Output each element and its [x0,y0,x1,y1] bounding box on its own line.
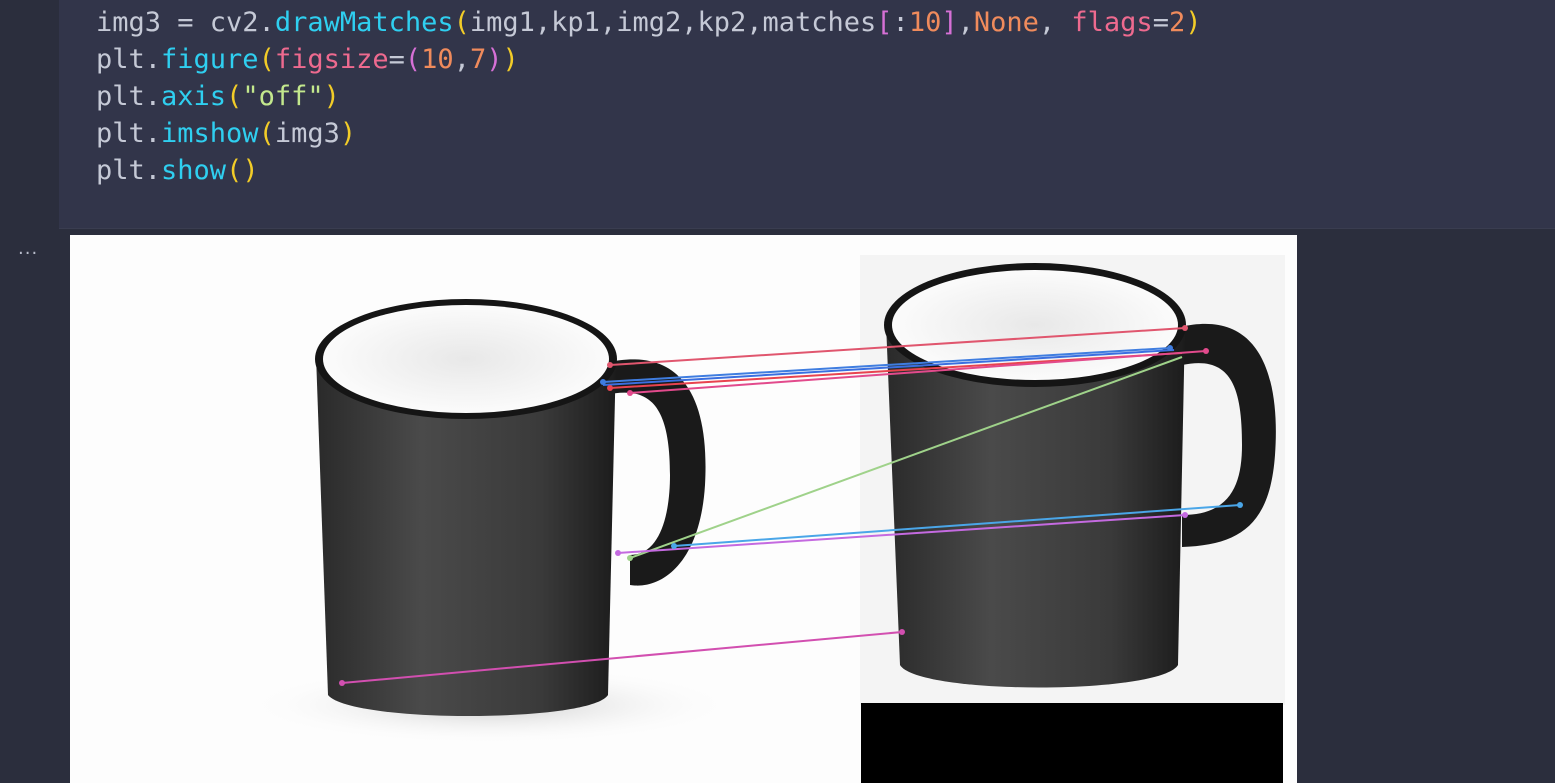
code-token: ) [1185,7,1202,38]
code-token: imshow [161,118,259,149]
code-line[interactable]: plt.axis("off") [96,78,1201,115]
padding-block [861,703,1283,783]
code-token: = [1152,7,1169,38]
matched-mugs-image [70,235,1297,783]
output-image [70,235,1297,783]
code-line[interactable]: plt.figure(figsize=(10,7)) [96,41,1201,78]
code-line[interactable]: img3 = cv2.drawMatches(img1,kp1,img2,kp2… [96,4,1201,41]
code-token: , [1038,7,1072,38]
code-token: , [453,44,470,75]
code-token: 10 [908,7,942,38]
code-token: : [892,7,909,38]
code-token: 10 [421,44,454,75]
code-token: ( [453,7,470,38]
code-token: ] [941,7,958,38]
code-token: ( [258,44,275,75]
code-token: , [957,7,974,38]
code-token: figure [161,44,259,75]
code-token: 2 [1168,7,1186,38]
code-token: show [161,155,227,186]
code-token: plt. [96,155,162,186]
code-token: plt. [96,44,162,75]
code-token: "off" [242,81,324,112]
code-token: None [973,7,1039,38]
code-token: = [388,44,405,75]
code-token: ( [404,44,422,75]
code-editor[interactable]: img3 = cv2.drawMatches(img1,kp1,img2,kp2… [96,4,1201,189]
code-token: img3 [274,118,340,149]
code-token: img1,kp1,img2,kp2,matches [469,7,877,38]
code-token: img3 = cv2. [96,7,275,38]
code-token: plt. [96,118,162,149]
code-token: axis [161,81,227,112]
code-cell[interactable]: img3 = cv2.drawMatches(img1,kp1,img2,kp2… [59,0,1555,229]
code-token: ) [323,81,340,112]
code-token: [ [876,7,893,38]
code-token: () [226,155,259,186]
code-token: ) [502,44,519,75]
code-token: 7 [469,44,487,75]
code-line[interactable]: plt.show() [96,152,1201,189]
code-token: ( [258,118,275,149]
code-token: flags [1071,7,1153,38]
output-gutter-ellipsis[interactable]: ... [18,238,38,259]
code-token: ) [339,118,357,149]
code-token: plt. [96,81,162,112]
code-token: ( [226,81,243,112]
code-token: drawMatches [274,7,454,38]
code-token: ) [486,44,503,75]
code-token: figsize [274,44,389,75]
code-line[interactable]: plt.imshow(img3) [96,115,1201,152]
